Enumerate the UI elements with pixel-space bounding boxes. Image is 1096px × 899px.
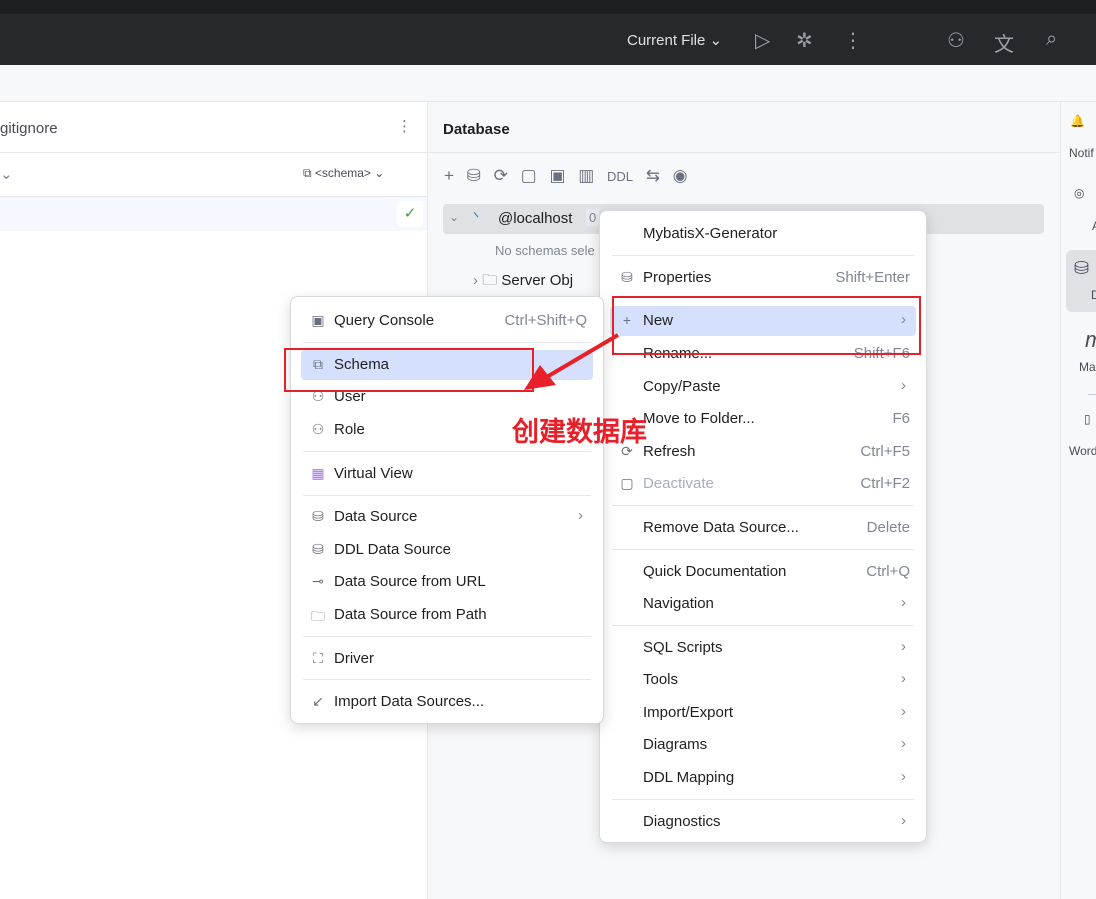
annotation-arrow	[524, 333, 620, 390]
annotation-text: 创建数据库	[512, 417, 647, 447]
